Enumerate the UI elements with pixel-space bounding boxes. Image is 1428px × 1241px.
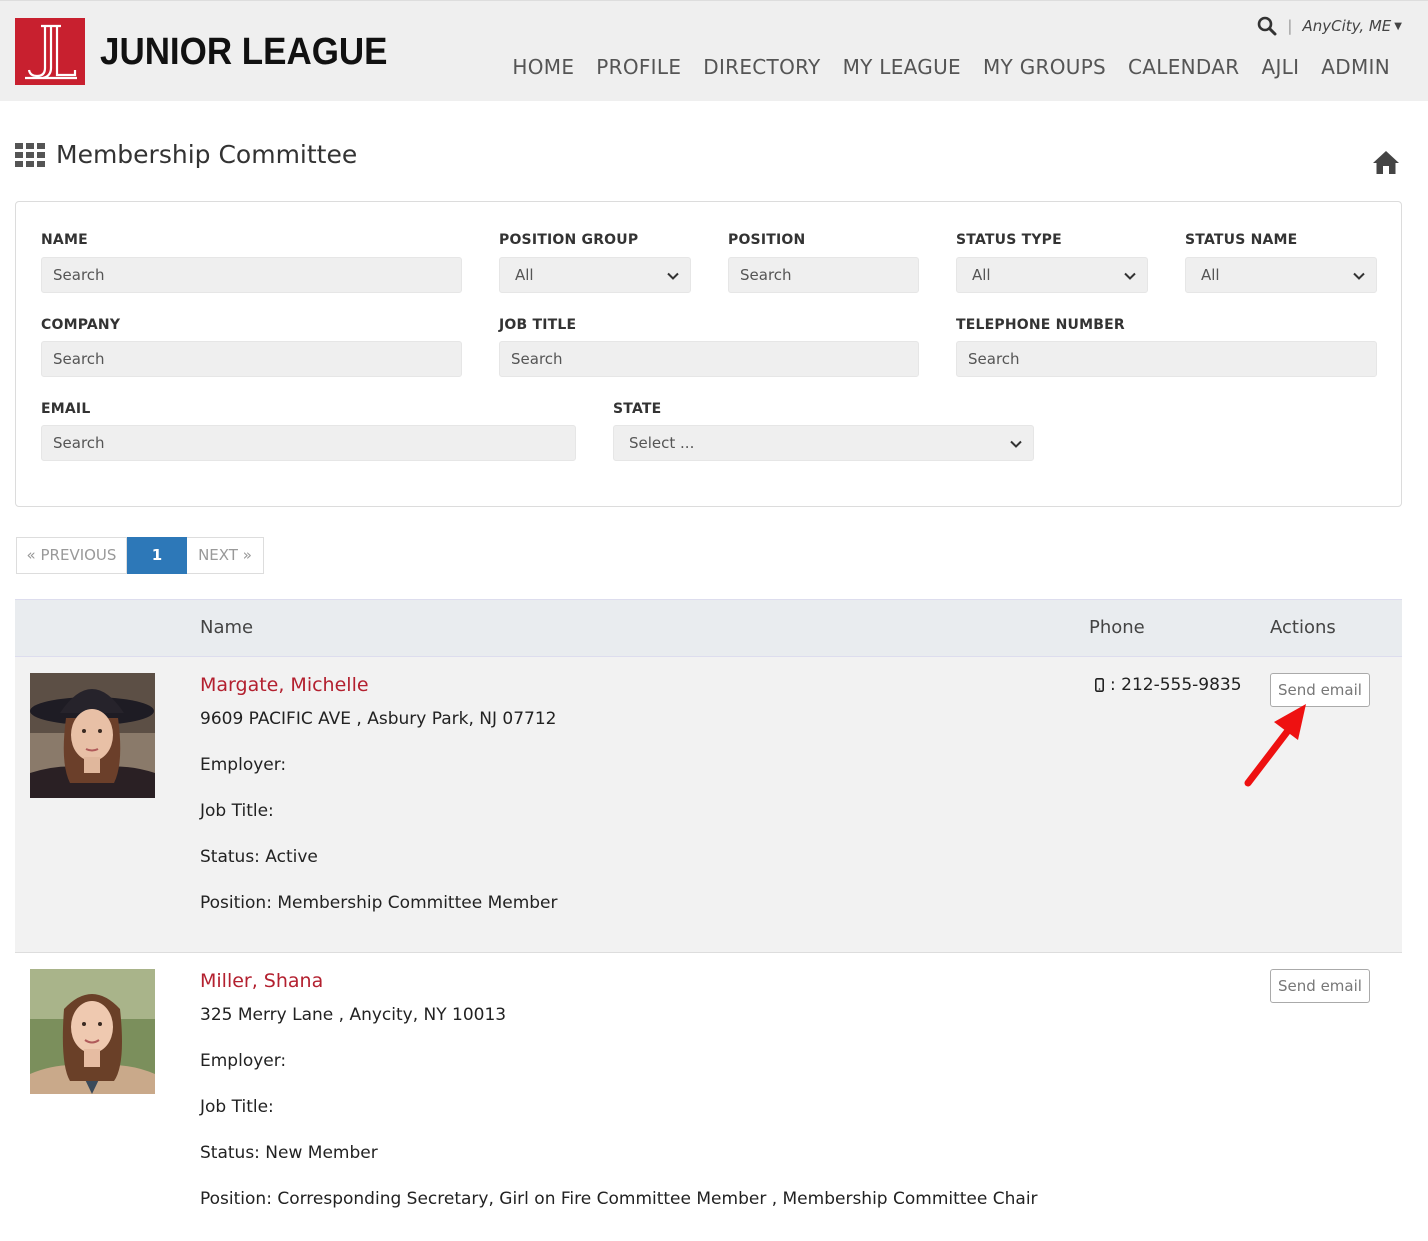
column-header-actions: Actions xyxy=(1270,617,1336,638)
status-name-select[interactable]: All xyxy=(1185,257,1377,293)
column-header-phone[interactable]: Phone xyxy=(1089,617,1145,638)
nav-admin[interactable]: ADMIN xyxy=(1321,55,1390,79)
position-filter-input[interactable]: Search xyxy=(728,257,919,293)
member-photo[interactable] xyxy=(30,673,155,798)
status-name-label: STATUS NAME xyxy=(1185,232,1298,248)
search-icon[interactable] xyxy=(1257,16,1277,36)
telephone-placeholder: Search xyxy=(968,350,1020,368)
member-name-link[interactable]: Miller, Shana xyxy=(200,970,323,992)
telephone-label: TELEPHONE NUMBER xyxy=(956,317,1125,333)
position-group-value: All xyxy=(515,266,534,284)
utility-bar: | AnyCity, ME ▼ xyxy=(1257,16,1402,36)
filter-panel: NAME Search POSITION GROUP All POSITION … xyxy=(15,201,1402,507)
page-title: Membership Committee xyxy=(56,140,358,169)
email-label: EMAIL xyxy=(41,401,91,417)
company-placeholder: Search xyxy=(53,350,105,368)
table-header: Name Phone Actions xyxy=(15,599,1402,657)
member-position: Position: Membership Committee Member xyxy=(200,893,558,913)
page-1-button[interactable]: 1 xyxy=(127,537,187,574)
grid-icon xyxy=(15,142,45,167)
junior-league-logo[interactable] xyxy=(15,18,85,85)
nav-my-groups[interactable]: MY GROUPS xyxy=(983,55,1106,79)
name-filter-label: NAME xyxy=(41,232,88,248)
home-icon[interactable] xyxy=(1372,150,1400,175)
company-filter-input[interactable]: Search xyxy=(41,341,462,377)
next-page-button[interactable]: NEXT » xyxy=(187,537,264,574)
mobile-phone-icon xyxy=(1095,678,1104,692)
email-placeholder: Search xyxy=(53,434,105,452)
chevron-down-icon xyxy=(1124,272,1136,280)
pagination: « PREVIOUS 1 NEXT » xyxy=(16,537,264,574)
position-group-label: POSITION GROUP xyxy=(499,232,639,248)
status-type-value: All xyxy=(972,266,991,284)
nav-my-league[interactable]: MY LEAGUE xyxy=(843,55,961,79)
member-employer: Employer: xyxy=(200,755,287,775)
state-select[interactable]: Select ... xyxy=(613,425,1034,461)
caret-down-icon[interactable]: ▼ xyxy=(1394,21,1402,32)
member-phone-number[interactable]: : 212-555-9835 xyxy=(1110,675,1242,695)
position-label: POSITION xyxy=(728,232,806,248)
position-placeholder: Search xyxy=(740,266,792,284)
name-filter-input[interactable]: Search xyxy=(41,257,462,293)
member-employer: Employer: xyxy=(200,1051,287,1071)
nav-ajli[interactable]: AJLI xyxy=(1261,55,1299,79)
table-row: Margate, Michelle 9609 PACIFIC AVE , Asb… xyxy=(15,657,1402,953)
league-selector[interactable]: AnyCity, ME xyxy=(1302,17,1391,35)
divider: | xyxy=(1287,17,1293,35)
top-header: JUNIOR LEAGUE | AnyCity, ME ▼ HOME PROFI… xyxy=(0,0,1428,101)
company-label: COMPANY xyxy=(41,317,121,333)
status-type-select[interactable]: All xyxy=(956,257,1148,293)
annotation-arrow-icon xyxy=(1244,704,1306,787)
position-group-select[interactable]: All xyxy=(499,257,691,293)
member-position: Position: Corresponding Secretary, Girl … xyxy=(200,1189,1038,1209)
table-row: Miller, Shana 325 Merry Lane , Anycity, … xyxy=(15,952,1402,1241)
brand-name[interactable]: JUNIOR LEAGUE xyxy=(100,31,387,74)
telephone-filter-input[interactable]: Search xyxy=(956,341,1377,377)
nav-directory[interactable]: DIRECTORY xyxy=(703,55,820,79)
member-phone: : 212-555-9835 xyxy=(1095,675,1242,695)
name-filter-placeholder: Search xyxy=(53,266,105,284)
nav-profile[interactable]: PROFILE xyxy=(596,55,681,79)
column-header-name[interactable]: Name xyxy=(200,617,253,638)
nav-home[interactable]: HOME xyxy=(512,55,574,79)
chevron-down-icon xyxy=(1353,272,1365,280)
member-status: Status: Active xyxy=(200,847,318,867)
member-status: Status: New Member xyxy=(200,1143,378,1163)
job-title-filter-input[interactable]: Search xyxy=(499,341,919,377)
state-value: Select ... xyxy=(629,434,695,452)
member-address: 9609 PACIFIC AVE , Asbury Park, NJ 07712 xyxy=(200,709,557,729)
send-email-button[interactable]: Send email xyxy=(1270,969,1370,1003)
member-name-link[interactable]: Margate, Michelle xyxy=(200,674,369,696)
member-job-title: Job Title: xyxy=(200,1097,274,1117)
email-filter-input[interactable]: Search xyxy=(41,425,576,461)
nav-calendar[interactable]: CALENDAR xyxy=(1128,55,1239,79)
member-job-title: Job Title: xyxy=(200,801,274,821)
state-label: STATE xyxy=(613,401,662,417)
job-title-label: JOB TITLE xyxy=(499,317,577,333)
main-nav: HOME PROFILE DIRECTORY MY LEAGUE MY GROU… xyxy=(490,55,1390,79)
status-type-label: STATUS TYPE xyxy=(956,232,1062,248)
page-title-row: Membership Committee xyxy=(15,140,357,169)
member-address: 325 Merry Lane , Anycity, NY 10013 xyxy=(200,1005,507,1025)
member-photo[interactable] xyxy=(30,969,155,1094)
previous-page-button[interactable]: « PREVIOUS xyxy=(16,537,127,574)
chevron-down-icon xyxy=(667,272,679,280)
status-name-value: All xyxy=(1201,266,1220,284)
chevron-down-icon xyxy=(1010,440,1022,448)
job-title-placeholder: Search xyxy=(511,350,563,368)
